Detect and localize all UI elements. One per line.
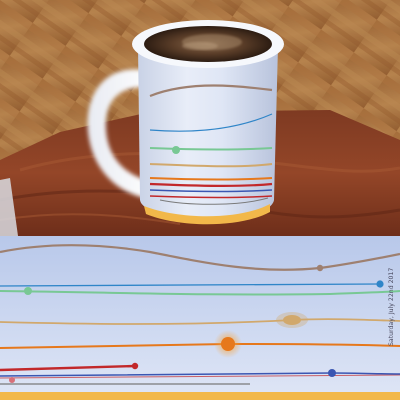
design-marker-red	[131, 362, 139, 370]
design-marker-green	[24, 287, 32, 295]
mug-design-flat: Saturday, July 22nd 2017	[0, 236, 400, 400]
design-base-stripe	[0, 392, 400, 400]
mug-body	[138, 46, 278, 225]
scene: Saturday, July 22nd 2017	[0, 0, 400, 400]
design-date-text: Saturday, July 22nd 2017	[388, 268, 395, 346]
design-marker-navy	[328, 369, 336, 377]
design-marker-blue	[376, 280, 384, 288]
design-marker-gray	[9, 377, 15, 383]
mug-photo	[0, 0, 400, 236]
design-marker-brown	[316, 264, 324, 272]
design-marker-orange	[221, 337, 235, 351]
